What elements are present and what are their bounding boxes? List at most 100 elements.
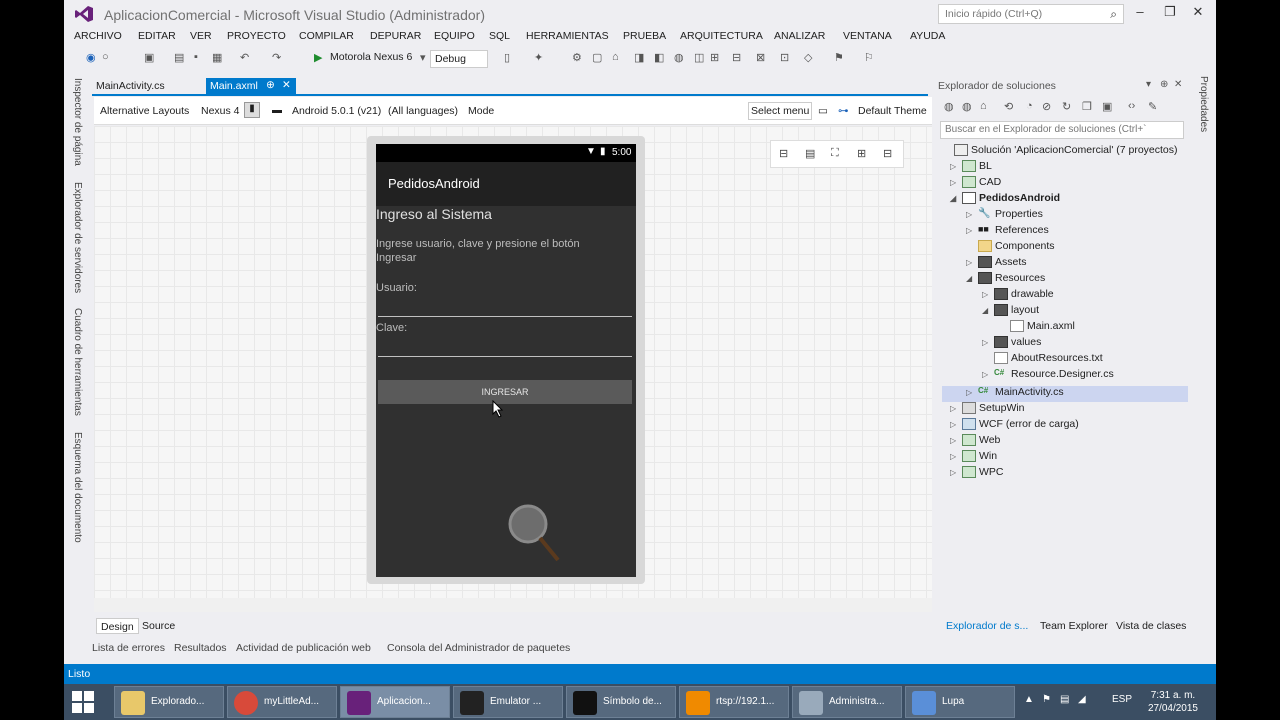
- pin-icon[interactable]: ⊕: [1160, 79, 1168, 90]
- taskbar-visual-studio[interactable]: Aplicacion...: [340, 686, 450, 718]
- tree-node-assets[interactable]: ▷ Assets: [966, 256, 1027, 272]
- tab-class-view[interactable]: Vista de clases: [1116, 620, 1186, 632]
- tree-node-properties[interactable]: ▷ 🔧 Properties: [966, 208, 1043, 224]
- tree-node-wcf[interactable]: ▷ WCF (error de carga): [950, 418, 1079, 434]
- taskbar-emulator[interactable]: Emulator ...: [453, 686, 563, 718]
- indent-icon[interactable]: ⊠: [756, 51, 765, 64]
- instructions-text[interactable]: Ingrese usuario, clave y presione el bot…: [376, 237, 616, 265]
- network-icon[interactable]: ▤: [1060, 694, 1069, 705]
- language-indicator[interactable]: ESP: [1112, 694, 1132, 705]
- zoom-reset-icon[interactable]: ⊟: [883, 147, 892, 160]
- solution-search-input[interactable]: Buscar en el Explorador de soluciones (C…: [940, 121, 1184, 139]
- collapse-all-icon[interactable]: ❐: [1082, 100, 1092, 113]
- tab-output[interactable]: Resultados: [174, 642, 227, 654]
- user-edittext[interactable]: [378, 316, 632, 317]
- device-selector[interactable]: Motorola Nexus 6: [330, 51, 412, 63]
- tree-node-setupwin[interactable]: ▷ SetupWin: [950, 402, 1025, 418]
- sync-icon[interactable]: ⟲: [1004, 100, 1013, 113]
- tree-node-drawable[interactable]: ▷ drawable: [982, 288, 1054, 304]
- menu-editar[interactable]: EDITAR: [138, 30, 176, 42]
- tab-inspector-pagina[interactable]: Inspector de página: [72, 78, 83, 166]
- taskbar-vlc[interactable]: rtsp://192.1...: [679, 686, 789, 718]
- system-clock[interactable]: 7:31 a. m. 27/04/2015: [1148, 689, 1198, 715]
- flag-icon[interactable]: ⚑: [1042, 694, 1051, 705]
- comment-icon[interactable]: ◇: [804, 51, 812, 64]
- close-icon[interactable]: ✕: [282, 79, 291, 91]
- menu-sql[interactable]: SQL: [489, 30, 510, 42]
- zoom-in-icon[interactable]: ⊞: [857, 147, 866, 160]
- tray-up-icon[interactable]: ▲: [1024, 694, 1034, 705]
- restore-button[interactable]: ❐: [1158, 4, 1182, 22]
- select-menu-button[interactable]: Select menu: [748, 102, 813, 120]
- tree-node-components[interactable]: Components: [966, 240, 1055, 256]
- settings-icon[interactable]: ⚙: [572, 51, 582, 64]
- tab-error-list[interactable]: Lista de errores: [92, 642, 165, 654]
- show-all-files-icon[interactable]: ▣: [1102, 100, 1112, 113]
- view-code-icon[interactable]: ‹›: [1128, 100, 1135, 112]
- history-icon[interactable]: ◔: [1026, 100, 1033, 112]
- attach-icon[interactable]: ✦: [534, 51, 543, 64]
- home-icon[interactable]: ⌂: [612, 51, 619, 63]
- tab-package-manager-console[interactable]: Consola del Administrador de paquetes: [387, 642, 570, 654]
- menu-analizar[interactable]: ANALIZAR: [774, 30, 825, 42]
- toggle-icon[interactable]: ▭: [818, 105, 828, 117]
- heading-ingreso[interactable]: Ingreso al Sistema: [376, 206, 492, 222]
- ingresar-button[interactable]: INGRESAR: [378, 380, 632, 404]
- open-icon[interactable]: ▤: [174, 51, 184, 64]
- menu-proyecto[interactable]: PROYECTO: [227, 30, 286, 42]
- new-project-icon[interactable]: ▣: [144, 51, 154, 64]
- horizontal-scrollbar[interactable]: [94, 598, 932, 612]
- zoom-out-icon[interactable]: ⊟: [779, 147, 788, 160]
- menu-ayuda[interactable]: AYUDA: [910, 30, 945, 42]
- close-window-button[interactable]: ✕: [1186, 4, 1210, 22]
- tree-node-aboutresources[interactable]: AboutResources.txt: [982, 352, 1103, 368]
- close-panel-icon[interactable]: ✕: [1174, 79, 1182, 90]
- taskbar-magnifier[interactable]: Lupa: [905, 686, 1015, 718]
- chevron-down-icon[interactable]: ▾: [420, 51, 426, 64]
- outdent-icon[interactable]: ⊡: [780, 51, 789, 64]
- language-select[interactable]: (All languages): [388, 105, 458, 117]
- volume-icon[interactable]: ◢: [1078, 694, 1086, 705]
- tree-node-layout[interactable]: ◢ layout: [982, 304, 1039, 320]
- tree-node-wpc[interactable]: ▷ WPC: [950, 466, 1004, 482]
- refresh-icon[interactable]: ↻: [1062, 100, 1071, 113]
- forward-icon[interactable]: ◍: [962, 100, 972, 113]
- tree-node-cad[interactable]: ▷ CAD: [950, 176, 1001, 192]
- tab-solution-explorer[interactable]: Explorador de s...: [946, 620, 1028, 632]
- tree-node-resource-designer[interactable]: ▷ C# Resource.Designer.cs: [982, 368, 1114, 384]
- tree-node-references[interactable]: ▷ ■■ References: [966, 224, 1049, 240]
- tree-node-win[interactable]: ▷ Win: [950, 450, 997, 466]
- tab-design[interactable]: Design: [96, 618, 139, 634]
- tab-explorador-servidores[interactable]: Explorador de servidores: [72, 182, 83, 293]
- tab-web-publish[interactable]: Actividad de publicación web: [236, 642, 371, 654]
- tab-mainactivity-cs[interactable]: MainActivity.cs: [92, 78, 169, 94]
- fullscreen-icon[interactable]: ⛶: [831, 147, 839, 160]
- undo-icon[interactable]: ↶: [240, 51, 249, 64]
- component-icon[interactable]: ◧: [654, 51, 664, 64]
- theme-select[interactable]: Default Theme: [858, 105, 927, 117]
- tree-node-bl[interactable]: ▷ BL: [950, 160, 992, 176]
- menu-herramientas[interactable]: HERRAMIENTAS: [526, 30, 609, 42]
- tab-esquema-documento[interactable]: Esquema del documento: [72, 432, 83, 543]
- bookmark-next-icon[interactable]: ⚐: [864, 51, 874, 64]
- find-icon[interactable]: ▯: [504, 51, 510, 64]
- document-icon[interactable]: ▢: [592, 51, 602, 64]
- bookmark-icon[interactable]: ⚑: [834, 51, 844, 64]
- tree-node-main-axml[interactable]: Main.axml: [998, 320, 1075, 336]
- tool-icon[interactable]: ◨: [634, 51, 644, 64]
- navigate-back-icon[interactable]: ◉: [86, 51, 96, 64]
- tree-node-mainactivity[interactable]: ▷ C# MainActivity.cs: [942, 386, 1188, 402]
- landscape-icon[interactable]: ▬: [272, 105, 282, 116]
- quick-launch-input[interactable]: Inicio rápido (Ctrl+Q) ⌕: [938, 4, 1124, 24]
- save-icon[interactable]: ▪: [194, 51, 198, 63]
- align-icon[interactable]: ⊟: [732, 51, 741, 64]
- tree-node-pedidosandroid[interactable]: ◢ PedidosAndroid: [950, 192, 1060, 208]
- start-debug-icon[interactable]: ▶: [314, 51, 322, 64]
- menu-depurar[interactable]: DEPURAR: [370, 30, 421, 42]
- layout-icon[interactable]: ⊞: [710, 51, 719, 64]
- taskbar-admin[interactable]: Administra...: [792, 686, 902, 718]
- taskbar-explorer[interactable]: Explorado...: [114, 686, 224, 718]
- taskbar-cmd[interactable]: Símbolo de...: [566, 686, 676, 718]
- minimize-button[interactable]: –: [1128, 4, 1152, 22]
- home-icon[interactable]: ⌂: [980, 100, 987, 112]
